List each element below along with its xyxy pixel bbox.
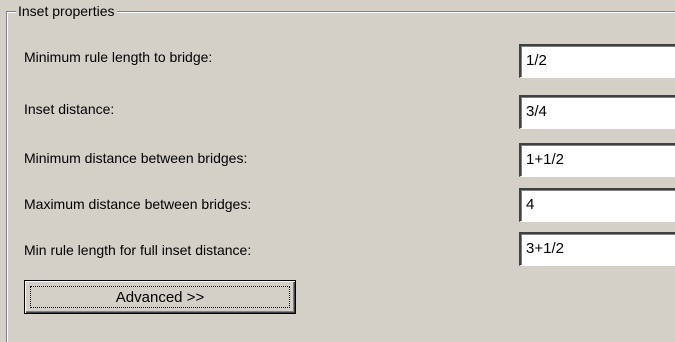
min-rule-length-full-inset-label: Min rule length for full inset distance: [24, 242, 252, 258]
max-distance-between-bridges-field[interactable]: 4 [519, 188, 675, 222]
inset-distance-label: Inset distance: [24, 101, 115, 117]
min-rule-length-label: Minimum rule length to bridge: [24, 49, 213, 65]
min-distance-between-bridges-label: Minimum distance between bridges: [24, 150, 248, 166]
max-distance-between-bridges-label: Maximum distance between bridges: [24, 196, 252, 212]
min-rule-length-field[interactable]: 1/2 [519, 44, 675, 78]
advanced-button-label: Advanced >> [30, 286, 290, 308]
inset-distance-field[interactable]: 3/4 [519, 95, 675, 129]
advanced-button[interactable]: Advanced >> [24, 280, 296, 314]
min-distance-between-bridges-field[interactable]: 1+1/2 [519, 143, 675, 177]
groupbox-title: Inset properties [16, 3, 117, 19]
min-rule-length-full-inset-field[interactable]: 3+1/2 [519, 232, 675, 266]
